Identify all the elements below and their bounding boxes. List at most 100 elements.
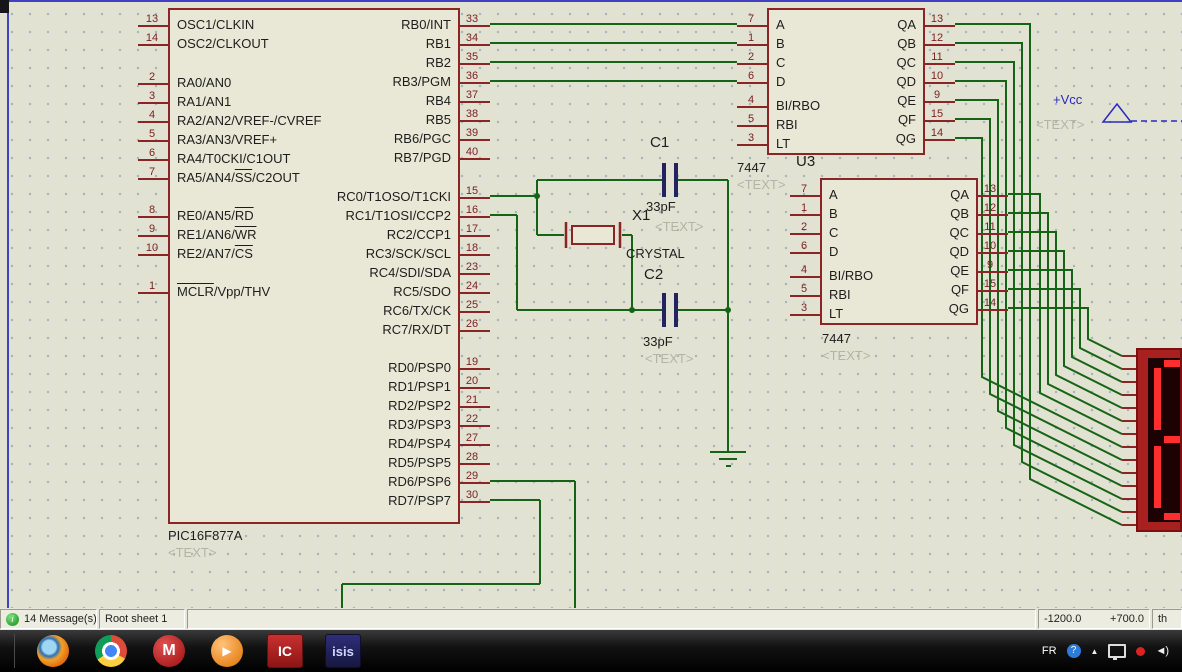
pin-row[interactable]: 33 RB0/INT — [170, 14, 490, 35]
pin-stub[interactable] — [458, 235, 490, 237]
antivirus-tray-icon[interactable] — [1136, 646, 1146, 656]
isis-icon[interactable]: isis — [323, 633, 363, 669]
pin-stub[interactable] — [923, 120, 955, 122]
pin-stub[interactable] — [138, 216, 170, 218]
pin-stub[interactable] — [458, 482, 490, 484]
ground-symbol[interactable] — [710, 451, 746, 467]
pin-row[interactable]: 23 RC4/SDI/SDA — [170, 262, 490, 283]
pin-row[interactable]: 18 RC3/SCK/SCL — [170, 243, 490, 264]
pin-row[interactable]: 7 RA5/AN4/SS/C2OUT — [138, 167, 458, 188]
pin-stub[interactable] — [138, 44, 170, 46]
pin-row[interactable]: 26 RC7/RX/DT — [170, 319, 490, 340]
pin-stub[interactable] — [458, 292, 490, 294]
pin-row[interactable]: 10 QD — [769, 71, 955, 92]
pin-stub[interactable] — [737, 63, 769, 65]
pin-stub[interactable] — [458, 44, 490, 46]
wire-rb-bus[interactable] — [490, 23, 737, 82]
pin-stub[interactable] — [138, 121, 170, 123]
pin-stub[interactable] — [923, 139, 955, 141]
pin-stub[interactable] — [976, 233, 1008, 235]
pin-row[interactable]: 21 RD2/PSP2 — [170, 395, 490, 416]
pin-row[interactable]: 16 RC1/T1OSI/CCP2 — [170, 205, 490, 226]
pin-stub[interactable] — [458, 254, 490, 256]
message-count-panel[interactable]: i 14 Message(s) — [0, 609, 97, 629]
pin-stub[interactable] — [458, 425, 490, 427]
pin-stub[interactable] — [790, 314, 822, 316]
pin-stub[interactable] — [458, 63, 490, 65]
decoder-7447-u2[interactable]: 7 A 1 B 2 C 6 D 4 BI/RBO 5 RBI 3 LT 13 QA 12 QB 11 QC 10 QD 9… — [737, 8, 955, 155]
pin-stub[interactable] — [138, 178, 170, 180]
pin-row[interactable]: 12 QB — [822, 203, 1008, 224]
capacitor-c1[interactable] — [662, 163, 678, 197]
pin-row[interactable]: 17 RC2/CCP1 — [170, 224, 490, 245]
show-hidden-icons-icon[interactable]: ▲ — [1091, 647, 1099, 656]
pin-row[interactable]: 15 QF — [769, 109, 955, 130]
pin-stub[interactable] — [458, 120, 490, 122]
pin-stub[interactable] — [790, 276, 822, 278]
pin-stub[interactable] — [458, 25, 490, 27]
pin-stub[interactable] — [138, 292, 170, 294]
pin-stub[interactable] — [458, 216, 490, 218]
pin-row[interactable]: 24 RC5/SDO — [170, 281, 490, 302]
pin-stub[interactable] — [923, 101, 955, 103]
pin-row[interactable]: 10 QD — [822, 241, 1008, 262]
pin-stub[interactable] — [458, 158, 490, 160]
help-icon[interactable]: ? — [1066, 644, 1081, 658]
pin-row[interactable]: 12 QB — [769, 33, 955, 54]
pin-stub[interactable] — [790, 233, 822, 235]
pin-stub[interactable] — [458, 197, 490, 199]
pin-stub[interactable] — [923, 82, 955, 84]
pin-stub[interactable] — [458, 101, 490, 103]
pin-row[interactable]: 14 QG — [769, 128, 955, 149]
pin-stub[interactable] — [790, 195, 822, 197]
pin-stub[interactable] — [458, 368, 490, 370]
pin-row[interactable]: 28 RD5/PSP5 — [170, 452, 490, 473]
pin-stub[interactable] — [138, 140, 170, 142]
firefox-icon[interactable] — [33, 633, 73, 669]
pin-row[interactable]: 30 RD7/PSP7 — [170, 490, 490, 511]
pin-row[interactable]: 15 RC0/T1OSO/T1CKI — [170, 186, 490, 207]
pic16f877a-chip[interactable]: 13 OSC1/CLKIN 14 OSC2/CLKOUT 2 RA0/AN0 3 RA1/AN… — [138, 8, 490, 524]
pin-row[interactable]: 22 RD3/PSP3 — [170, 414, 490, 435]
media-player-icon[interactable]: ▶ — [207, 633, 247, 669]
language-indicator[interactable]: FR — [1042, 645, 1057, 657]
pin-row[interactable]: 39 RB6/PGC — [170, 128, 490, 149]
pin-stub[interactable] — [138, 254, 170, 256]
pin-stub[interactable] — [458, 311, 490, 313]
mcafee-icon[interactable]: M — [149, 633, 189, 669]
pin-row[interactable]: 40 RB7/PGD — [170, 147, 490, 168]
seven-segment-display[interactable] — [1136, 348, 1182, 532]
pin-stub[interactable] — [790, 214, 822, 216]
pin-stub[interactable] — [458, 501, 490, 503]
pin-row[interactable]: 19 RD0/PSP0 — [170, 357, 490, 378]
pin-stub[interactable] — [737, 125, 769, 127]
pin-stub[interactable] — [737, 44, 769, 46]
vcc-terminal[interactable] — [1101, 102, 1182, 123]
decoder-7447-u3[interactable]: 7 A 1 B 2 C 6 D 4 BI/RBO 5 RBI 3 LT 13 QA 12 QB 11 QC 10 QD 9… — [790, 178, 1008, 325]
pin-stub[interactable] — [737, 106, 769, 108]
pin-stub[interactable] — [737, 144, 769, 146]
pin-stub[interactable] — [138, 83, 170, 85]
pin-row[interactable]: 25 RC6/TX/CK — [170, 300, 490, 321]
pin-row[interactable]: 9 QE — [822, 260, 1008, 281]
pin-stub[interactable] — [458, 444, 490, 446]
pin-row[interactable]: 37 RB4 — [170, 90, 490, 111]
pin-stub[interactable] — [737, 25, 769, 27]
capacitor-c2[interactable] — [662, 293, 678, 327]
pin-row[interactable]: 11 QC — [822, 222, 1008, 243]
pin-row[interactable]: 34 RB1 — [170, 33, 490, 54]
pin-stub[interactable] — [976, 214, 1008, 216]
pin-stub[interactable] — [737, 82, 769, 84]
crystal[interactable] — [564, 222, 622, 248]
pin-stub[interactable] — [138, 102, 170, 104]
pin-row[interactable]: 9 QE — [769, 90, 955, 111]
pin-row[interactable]: 29 RD6/PSP6 — [170, 471, 490, 492]
pin-stub[interactable] — [138, 159, 170, 161]
pin-row[interactable]: 35 RB2 — [170, 52, 490, 73]
volume-icon[interactable]: ◄) — [1155, 645, 1169, 657]
pin-stub[interactable] — [976, 252, 1008, 254]
pin-row[interactable]: 15 QF — [822, 279, 1008, 300]
pin-row[interactable]: 20 RD1/PSP1 — [170, 376, 490, 397]
pin-row[interactable]: 11 QC — [769, 52, 955, 73]
pin-stub[interactable] — [976, 290, 1008, 292]
